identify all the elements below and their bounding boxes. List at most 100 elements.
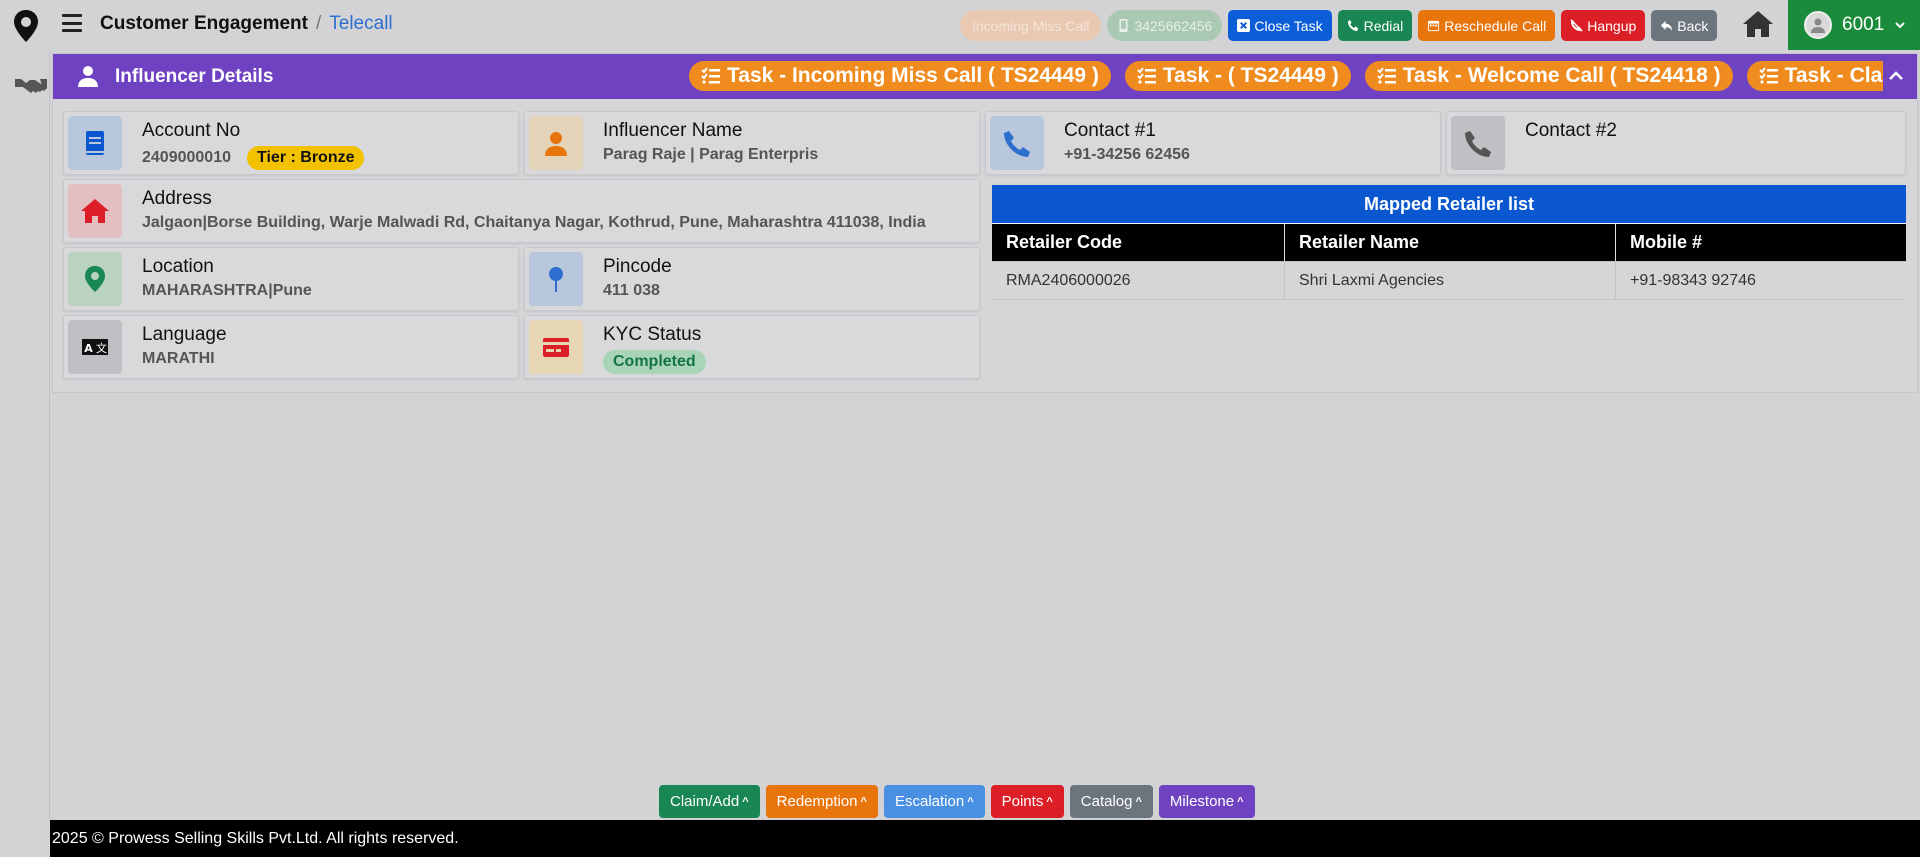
caret-up-icon: ^ (742, 795, 749, 808)
svg-text:A: A (84, 342, 93, 355)
points-button[interactable]: Points ^ (990, 785, 1064, 818)
influencer-details-panel: Influencer Details Task - Incoming Miss … (52, 53, 1918, 393)
close-square-icon (1237, 19, 1251, 32)
caret-up-icon: ^ (1237, 795, 1244, 808)
phone-number-label: 3425662456 (1134, 17, 1213, 34)
kyc-value-row: Completed (603, 350, 706, 374)
kyc-icon-box (529, 320, 583, 374)
location-icon-box (68, 252, 122, 306)
task-list-icon (701, 67, 720, 84)
breadcrumb: Customer Engagement / Telecall (100, 13, 393, 35)
task-tab[interactable]: Task - Incoming Miss Call ( TS24449 ) (689, 61, 1111, 91)
claim-add-button[interactable]: Claim/Add ^ (659, 785, 760, 818)
breadcrumb-sub[interactable]: Telecall (329, 13, 392, 35)
contact1-label: Contact #1 (1064, 120, 1156, 141)
caret-up-icon: ^ (1046, 795, 1053, 808)
location-card: Location MAHARASHTRA|Pune (63, 247, 519, 311)
escalation-label: Escalation (894, 793, 965, 810)
calendar-icon (1428, 20, 1440, 32)
points-label: Points (1001, 793, 1044, 810)
task-tab-label: Task - Incoming Miss Call ( TS24449 ) (727, 64, 1099, 87)
push-pin-icon (549, 267, 563, 292)
reschedule-call-label: Reschedule Call (1444, 17, 1547, 34)
close-task-button[interactable]: Close Task (1228, 10, 1332, 41)
top-bar: Customer Engagement / Telecall Incoming … (0, 0, 1920, 50)
hangup-label: Hangup (1587, 17, 1637, 34)
location-value: MAHARASHTRA|Pune (142, 282, 312, 299)
caret-up-icon: ^ (967, 795, 974, 808)
contact2-label: Contact #2 (1525, 120, 1617, 141)
credit-card-icon (543, 338, 569, 357)
user-id: 6001 (1842, 14, 1885, 35)
copyright-text: 2025 © Prowess Selling Skills Pvt.Ltd. A… (52, 829, 459, 847)
task-tab-label: Task - Welcome Call ( TS24418 ) (1402, 64, 1721, 87)
call-actions: Incoming Miss Call 3425662456 Close Task… (960, 10, 1718, 41)
collapse-chevron-up-icon[interactable] (1887, 67, 1905, 85)
task-tab[interactable]: Task - ( TS24449 ) (1124, 61, 1351, 91)
bottom-action-bar: Claim/Add ^ Redemption ^ Escalation ^ Point… (659, 785, 1255, 818)
back-label: Back (1677, 17, 1709, 34)
back-button[interactable]: Back (1651, 10, 1718, 41)
phone-volume-icon (1347, 19, 1358, 32)
language-label: Language (142, 324, 227, 345)
incoming-miss-call-label: Incoming Miss Call (972, 17, 1090, 34)
phone-slash-icon (1570, 19, 1583, 32)
language-card: A文 Language MARATHI (63, 315, 519, 379)
avatar (1804, 11, 1832, 39)
user-avatar-icon (1811, 18, 1825, 33)
left-sidebar (0, 50, 50, 820)
hangup-button[interactable]: Hangup (1561, 10, 1646, 41)
redemption-label: Redemption (776, 793, 858, 810)
incoming-miss-call-button[interactable]: Incoming Miss Call (960, 10, 1102, 41)
phone-icon (1004, 131, 1030, 157)
logo-pin-icon[interactable] (12, 9, 40, 43)
influencer-name-card: Influencer Name Parag Raje | Parag Enter… (524, 111, 980, 175)
kyc-label: KYC Status (603, 324, 702, 345)
catalog-button[interactable]: Catalog ^ (1069, 785, 1153, 818)
footer: 2025 © Prowess Selling Skills Pvt.Ltd. A… (50, 820, 1920, 857)
kyc-status-badge: Completed (603, 350, 706, 374)
contact1-card: Contact #1 +91-34256 62456 (985, 111, 1441, 175)
reply-arrow-icon (1661, 20, 1673, 32)
account-value-row: 2409000010 Tier : Bronze (142, 146, 365, 170)
panel-header: Influencer Details Task - Incoming Miss … (53, 54, 1917, 99)
redial-button[interactable]: Redial (1337, 10, 1413, 41)
milestone-button[interactable]: Milestone ^ (1158, 785, 1255, 818)
phone-number-button[interactable]: 3425662456 (1107, 10, 1223, 41)
user-menu[interactable]: 6001 (1788, 0, 1920, 50)
person-icon (545, 132, 567, 156)
table-row[interactable]: RMA2406000026 Shri Laxmi Agencies +91-98… (992, 262, 1906, 300)
handshake-icon[interactable] (14, 74, 48, 98)
contact1-value[interactable]: +91-34256 62456 (1064, 146, 1190, 164)
task-tab[interactable]: Task - Welcome Call ( TS24418 ) (1364, 61, 1733, 91)
pincode-value: 411 038 (603, 282, 660, 299)
caret-up-icon: ^ (860, 795, 867, 808)
home-icon[interactable] (1742, 9, 1774, 39)
tier-badge: Tier : Bronze (246, 146, 365, 170)
mobile-phone-icon (1119, 19, 1129, 32)
book-icon (86, 131, 104, 155)
pincode-label: Pincode (603, 256, 672, 277)
task-tab[interactable]: Task - Claim Verification (1746, 61, 1883, 91)
reschedule-call-button[interactable]: Reschedule Call (1418, 10, 1556, 41)
escalation-button[interactable]: Escalation ^ (883, 785, 985, 818)
task-list-icon (1758, 67, 1778, 84)
house-icon (81, 199, 109, 223)
translate-icon: A文 (82, 339, 108, 355)
redemption-button[interactable]: Redemption ^ (765, 785, 878, 818)
caret-up-icon: ^ (1135, 795, 1142, 808)
account-icon-box (68, 116, 122, 170)
cell-mobile: +91-98343 92746 (1630, 271, 1756, 289)
location-label: Location (142, 256, 214, 277)
address-card: Address Jalgaon|Borse Building, Warje Ma… (63, 179, 980, 243)
header-retailer-name: Retailer Name (1285, 224, 1616, 261)
account-label: Account No (142, 120, 241, 141)
task-list-icon (1137, 67, 1156, 84)
menu-toggle-icon[interactable] (62, 14, 82, 32)
account-number: 2409000010 (142, 149, 231, 166)
catalog-label: Catalog (1080, 793, 1133, 810)
contact1-icon-box (990, 116, 1044, 170)
pincode-card: Pincode 411 038 (524, 247, 980, 311)
svg-text:文: 文 (96, 341, 107, 355)
contact2-card: Contact #2 (1446, 111, 1906, 175)
